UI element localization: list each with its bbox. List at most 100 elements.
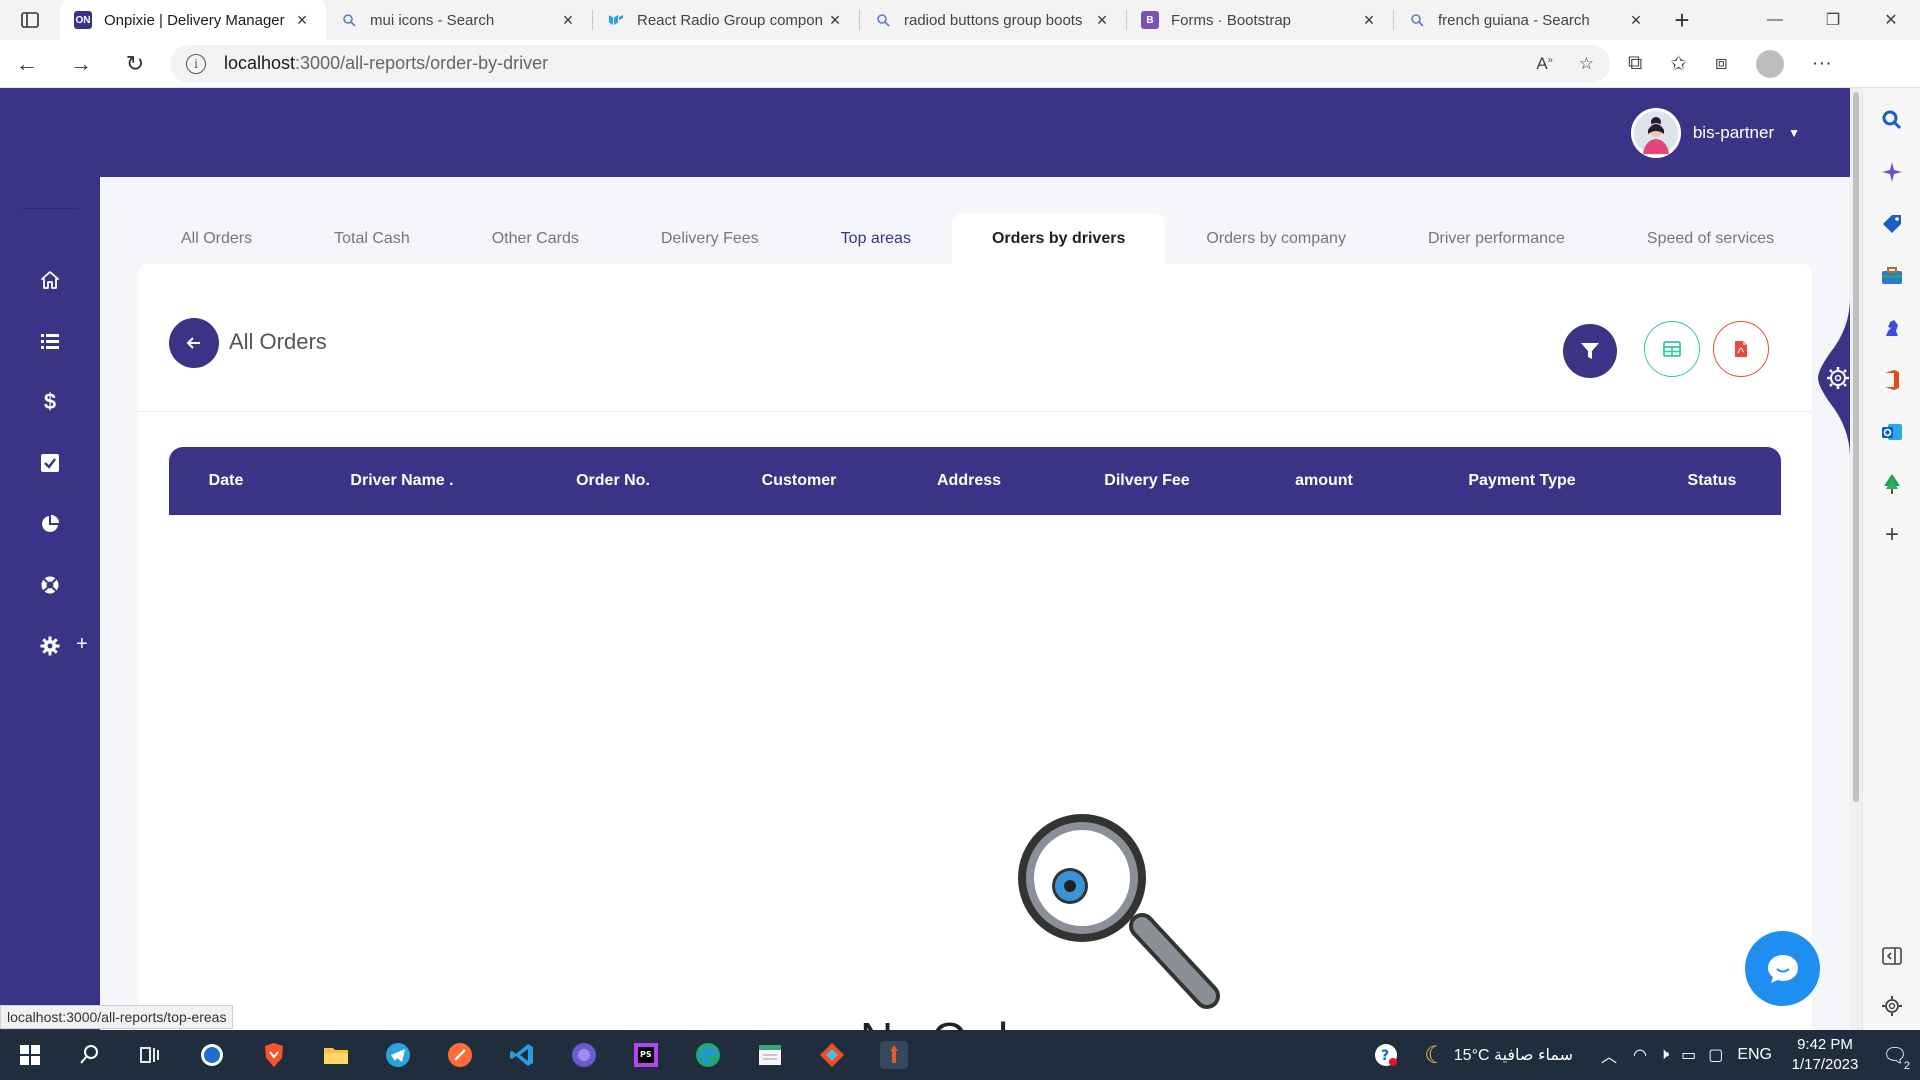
tab-total-cash[interactable]: Total Cash xyxy=(293,214,451,264)
battery-icon[interactable]: ▭ xyxy=(1681,1045,1696,1065)
close-tab-icon[interactable]: × xyxy=(825,10,845,31)
checkbox-icon[interactable] xyxy=(38,451,62,475)
tab-other-cards[interactable]: Other Cards xyxy=(451,214,620,264)
back-arrow-icon[interactable]: ← xyxy=(0,40,54,88)
hide-sidebar-icon[interactable] xyxy=(1880,944,1904,968)
back-button[interactable] xyxy=(169,318,219,368)
help-icon[interactable]: ? xyxy=(1372,1041,1400,1069)
vscode-icon[interactable] xyxy=(508,1041,536,1069)
user-menu[interactable]: bis-partner ▼ xyxy=(1630,108,1800,158)
read-aloud-icon[interactable]: A» xyxy=(1536,54,1552,74)
column-header-amount[interactable]: amount xyxy=(1295,472,1353,490)
close-tab-icon[interactable]: × xyxy=(292,10,312,31)
tab-all-orders[interactable]: All Orders xyxy=(140,214,293,264)
chat-button[interactable] xyxy=(1745,931,1820,1006)
tab-delivery-fees[interactable]: Delivery Fees xyxy=(620,214,800,264)
site-info-icon[interactable]: i xyxy=(186,53,206,74)
weather-text[interactable]: 15°C سماء صافية xyxy=(1454,1045,1573,1065)
tab-orders-by-drivers[interactable]: Orders by drivers xyxy=(951,214,1166,264)
url-field[interactable]: i localhost:3000/all-reports/order-by-dr… xyxy=(170,44,1610,83)
column-header-driver-name[interactable]: Driver Name . xyxy=(350,472,453,490)
gear-icon[interactable] xyxy=(1880,994,1904,1018)
theme-settings-tab[interactable] xyxy=(1810,298,1850,458)
windows-start-icon[interactable] xyxy=(16,1041,44,1069)
restore-icon[interactable]: ❐ xyxy=(1804,0,1862,40)
extensions-icon[interactable]: ⧉ xyxy=(1628,52,1642,75)
copilot-sparkle-icon[interactable] xyxy=(1880,160,1904,184)
support-lifebuoy-icon[interactable] xyxy=(38,573,62,597)
app-active-icon[interactable] xyxy=(880,1041,908,1069)
column-header-customer[interactable]: Customer xyxy=(762,472,837,490)
phpstorm-icon[interactable]: PS xyxy=(632,1041,660,1069)
collections-icon[interactable]: ⧈ xyxy=(1715,52,1728,75)
scrollbar-thumb[interactable] xyxy=(1853,92,1859,802)
tab-top-areas[interactable]: Top areas xyxy=(800,214,952,264)
edge-browser-icon[interactable] xyxy=(694,1041,722,1069)
chevron-up-icon[interactable]: ︿ xyxy=(1601,1043,1617,1067)
brave-browser-icon[interactable] xyxy=(260,1041,288,1069)
shopping-tag-icon[interactable] xyxy=(1880,212,1904,236)
tab-orders-by-company[interactable]: Orders by company xyxy=(1165,214,1387,264)
gear-icon[interactable] xyxy=(38,634,62,658)
telegram-icon[interactable] xyxy=(384,1041,412,1069)
column-header-address[interactable]: Address xyxy=(937,472,1001,490)
tab-actions-icon[interactable] xyxy=(0,0,60,40)
more-menu-icon[interactable]: ··· xyxy=(1812,52,1832,75)
games-chess-icon[interactable] xyxy=(1880,316,1904,340)
dollar-icon[interactable]: $ xyxy=(38,389,62,414)
expand-plus-icon[interactable]: + xyxy=(76,633,88,656)
export-pdf-button[interactable] xyxy=(1713,321,1769,377)
tab-speed-of-services[interactable]: Speed of services xyxy=(1606,214,1815,264)
column-header-payment-type[interactable]: Payment Type xyxy=(1468,472,1575,490)
orders-list-icon[interactable] xyxy=(38,329,62,353)
clock[interactable]: 9:42 PM 1/17/2023 xyxy=(1780,1035,1870,1075)
column-header-date[interactable]: Date xyxy=(209,472,244,490)
browser-tab-bootstrap-forms[interactable]: B Forms · Bootstrap × xyxy=(1127,0,1393,40)
profile-avatar[interactable] xyxy=(1755,49,1784,78)
tree-icon[interactable] xyxy=(1880,472,1904,496)
search-icon[interactable] xyxy=(1880,108,1904,132)
close-window-icon[interactable]: ✕ xyxy=(1862,0,1920,40)
filter-button[interactable] xyxy=(1563,324,1617,378)
pie-chart-icon[interactable] xyxy=(38,512,62,536)
git-kraken-icon[interactable] xyxy=(818,1041,846,1069)
file-explorer-icon[interactable] xyxy=(322,1041,350,1069)
tab-driver-performance[interactable]: Driver performance xyxy=(1387,214,1606,264)
outlook-icon[interactable] xyxy=(1880,420,1904,444)
chat-app-icon[interactable] xyxy=(198,1041,226,1069)
search-icon[interactable] xyxy=(76,1041,104,1069)
language-indicator[interactable]: ENG xyxy=(1737,1046,1772,1064)
browser-tab-react-radio[interactable]: React Radio Group compon × xyxy=(593,0,859,40)
task-view-icon[interactable] xyxy=(136,1041,164,1069)
wifi-icon[interactable]: ◠ xyxy=(1633,1045,1647,1065)
office-icon[interactable] xyxy=(1880,368,1904,392)
close-tab-icon[interactable]: × xyxy=(1092,10,1112,31)
page-scrollbar[interactable] xyxy=(1850,88,1862,1030)
notifications-button[interactable]: 🗨 2 xyxy=(1870,1030,1920,1080)
home-icon[interactable] xyxy=(38,268,62,292)
add-sidebar-app-icon[interactable]: + xyxy=(1880,523,1904,548)
volume-mute-icon[interactable]: 🕨 xyxy=(1659,1046,1669,1064)
add-favorite-icon[interactable]: ☆ xyxy=(1579,54,1594,74)
notepad-icon[interactable] xyxy=(756,1041,784,1069)
column-header-order-no[interactable]: Order No. xyxy=(576,472,650,490)
browser-tab-french-guiana[interactable]: french guiana - Search × xyxy=(1394,0,1660,40)
postman-icon[interactable] xyxy=(446,1041,474,1069)
close-tab-icon[interactable]: × xyxy=(1626,10,1646,31)
close-tab-icon[interactable]: × xyxy=(558,10,578,31)
favorites-icon[interactable]: ✩ xyxy=(1670,51,1687,76)
column-header-status[interactable]: Status xyxy=(1688,472,1737,490)
column-header-delivery-fee[interactable]: Dilvery Fee xyxy=(1104,472,1189,490)
browser-tab-radio-buttons[interactable]: radiod buttons group boots × xyxy=(860,0,1126,40)
refresh-icon[interactable]: ↻ xyxy=(108,40,162,88)
close-tab-icon[interactable]: × xyxy=(1359,10,1379,31)
app-purple-icon[interactable] xyxy=(570,1041,598,1069)
display-icon[interactable]: ▢ xyxy=(1708,1045,1723,1065)
export-excel-button[interactable] xyxy=(1644,321,1700,377)
tools-briefcase-icon[interactable] xyxy=(1880,264,1904,288)
browser-tab-mui-icons[interactable]: mui icons - Search × xyxy=(326,0,592,40)
minimize-icon[interactable]: — xyxy=(1746,0,1804,40)
new-tab-button[interactable]: + xyxy=(1660,0,1704,40)
forward-arrow-icon[interactable]: → xyxy=(54,40,108,88)
browser-tab-onpixie[interactable]: ON Onpixie | Delivery Manager × xyxy=(60,0,326,40)
